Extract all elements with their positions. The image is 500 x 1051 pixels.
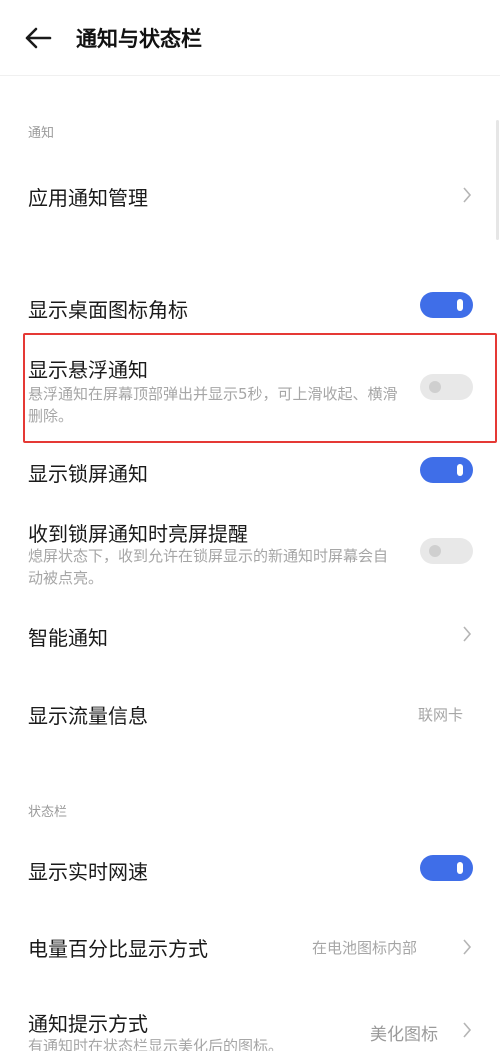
notification-style-row[interactable]: 通知提示方式 有通知时在状态栏显示美化后的图标。 美化图标	[0, 995, 500, 1051]
chevron-right-icon	[463, 939, 472, 955]
traffic-value: 联网卡	[418, 706, 464, 724]
smart-notification-row[interactable]: 智能通知	[0, 600, 500, 670]
chevron-right-icon	[463, 187, 472, 203]
row-description: 熄屏状态下，收到允许在锁屏显示的新通知时屏幕会自动被点亮。	[28, 547, 389, 587]
notify-style-value: 美化图标	[370, 1025, 438, 1045]
battery-percentage-row[interactable]: 电量百分比显示方式 在电池图标内部	[0, 915, 500, 980]
chevron-right-icon	[463, 1022, 472, 1038]
app-notification-management-row[interactable]: 应用通知管理	[0, 160, 500, 230]
row-title: 显示锁屏通知	[28, 462, 148, 486]
traffic-info-row[interactable]: 显示流量信息 联网卡	[0, 680, 500, 750]
arrow-left-icon	[25, 27, 52, 48]
row-title: 智能通知	[28, 626, 108, 650]
top-app-bar: 通知与状态栏	[0, 0, 500, 76]
row-title: 通知提示方式	[28, 1012, 148, 1036]
battery-value: 在电池图标内部	[312, 939, 418, 957]
wake-screen-row: 收到锁屏通知时亮屏提醒 熄屏状态下，收到允许在锁屏显示的新通知时屏幕会自动被点亮…	[0, 510, 500, 600]
highlight-frame	[23, 333, 497, 443]
toggle-knob	[429, 545, 441, 557]
network-speed-row: 显示实时网速	[0, 840, 500, 900]
row-title: 电量百分比显示方式	[28, 937, 208, 961]
toggle-knob	[457, 299, 463, 311]
row-description: 有通知时在状态栏显示美化后的图标。	[28, 1037, 284, 1051]
toggle-knob	[457, 464, 463, 476]
scrollbar[interactable]	[496, 120, 499, 240]
desktop-badge-toggle[interactable]	[420, 292, 473, 318]
back-button[interactable]	[18, 18, 58, 58]
row-title: 应用通知管理	[28, 186, 148, 210]
row-title: 收到锁屏通知时亮屏提醒	[28, 522, 248, 546]
lockscreen-notification-row: 显示锁屏通知	[0, 445, 500, 495]
network-speed-toggle[interactable]	[420, 855, 473, 881]
section-label-statusbar: 状态栏	[28, 805, 68, 820]
chevron-right-icon	[463, 626, 472, 642]
section-label-notification: 通知	[28, 126, 55, 141]
row-title: 显示流量信息	[28, 704, 148, 728]
lockscreen-notification-toggle[interactable]	[420, 457, 473, 483]
row-title: 显示实时网速	[28, 860, 148, 884]
row-title: 显示桌面图标角标	[28, 298, 188, 322]
wake-screen-toggle[interactable]	[420, 538, 473, 564]
desktop-badge-row: 显示桌面图标角标	[0, 275, 500, 335]
toggle-knob	[457, 862, 463, 874]
page-title: 通知与状态栏	[76, 26, 202, 51]
